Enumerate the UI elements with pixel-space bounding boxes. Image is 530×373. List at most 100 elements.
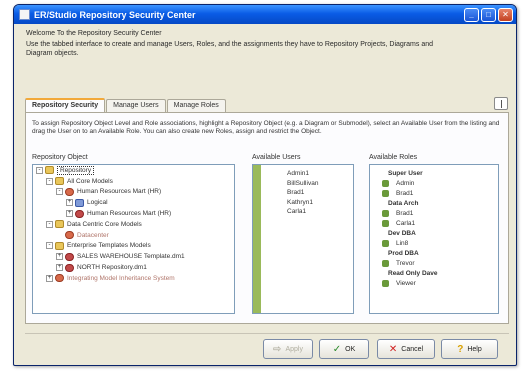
user-icon — [382, 259, 389, 267]
tree-node[interactable]: - Data Centric Core Models — [33, 219, 234, 230]
user-item[interactable]: Kathryn1 — [253, 198, 353, 208]
expand-icon[interactable]: + — [56, 253, 63, 261]
users-drag-strip — [253, 165, 261, 313]
help-button-label: Help — [467, 345, 482, 353]
tree-node[interactable]: + SALES WAREHOUSE Template.dm1 — [33, 251, 234, 262]
role-group[interactable]: Dev DBA — [370, 228, 498, 238]
cancel-button[interactable]: ✕ Cancel — [377, 339, 435, 359]
cancel-button-label: Cancel — [401, 345, 424, 353]
tree-node[interactable]: Datacenter — [33, 230, 234, 241]
footer-divider — [25, 333, 509, 334]
expand-icon[interactable]: + — [56, 264, 63, 272]
role-label: Carla1 — [396, 219, 416, 227]
tree-node-label: Integrating Model Inheritance System — [67, 274, 175, 282]
available-users-list[interactable]: Admin1 BillSullivan Brad1 Kathryn1 Carla1 — [252, 164, 354, 314]
repository-tree[interactable]: - Repository - All Core Models - Human Resour… — [32, 164, 235, 314]
expand-icon[interactable]: + — [66, 199, 73, 207]
role-group[interactable]: Read Only Dave — [370, 268, 498, 278]
tab-manage-roles[interactable]: Manage Roles — [166, 99, 226, 112]
security-center-window: ER/Studio Repository Security Center _ □… — [13, 4, 517, 366]
window-title: ER/Studio Repository Security Center — [34, 9, 196, 20]
role-group[interactable]: Super User — [370, 168, 498, 178]
user-item[interactable]: BillSullivan — [253, 179, 353, 189]
title-bar[interactable]: ER/Studio Repository Security Center _ □… — [14, 5, 516, 24]
help-button[interactable]: ? Help — [441, 339, 498, 359]
model-icon — [65, 231, 74, 240]
intro-body: Use the tabbed interface to create and m… — [26, 41, 433, 57]
minimize-button[interactable]: _ — [464, 7, 479, 22]
apply-button-label: Apply — [285, 345, 303, 353]
user-item[interactable]: Admin1 — [253, 169, 353, 179]
tree-node-label: Data Centric Core Models — [67, 220, 142, 228]
user-item[interactable]: Carla1 — [253, 207, 353, 217]
close-button[interactable]: ✕ — [498, 7, 513, 22]
panel-toggle-icon[interactable] — [494, 97, 508, 110]
user-icon — [382, 239, 389, 247]
tree-node-label: Human Resources Mart (HR) — [87, 210, 172, 218]
role-group[interactable]: Prod DBA — [370, 248, 498, 258]
role-label: Super User — [388, 169, 423, 177]
submodel-icon — [65, 263, 74, 272]
folder-icon — [55, 241, 64, 250]
role-label: Dev DBA — [388, 229, 416, 237]
role-member[interactable]: Viewer — [370, 278, 498, 288]
apply-button[interactable]: ⇨ Apply — [263, 339, 313, 359]
diagram-icon — [75, 198, 84, 207]
submodel-icon — [75, 209, 84, 218]
role-label: Lin8 — [396, 239, 409, 247]
collapse-icon[interactable]: - — [46, 177, 53, 185]
ok-button-label: OK — [345, 345, 356, 353]
question-icon: ? — [457, 343, 464, 355]
tree-node[interactable]: - Repository — [33, 165, 234, 176]
collapse-icon[interactable]: - — [46, 242, 53, 250]
apply-icon: ⇨ — [273, 343, 282, 355]
tree-node[interactable]: + NORTH Repository.dm1 — [33, 262, 234, 273]
role-group[interactable]: Data Arch — [370, 198, 498, 208]
role-member[interactable]: Trevor — [370, 258, 498, 268]
user-item[interactable]: Brad1 — [253, 188, 353, 198]
collapse-icon[interactable]: - — [56, 188, 63, 196]
tab-manage-users[interactable]: Manage Users — [106, 99, 166, 112]
cancel-x-icon: ✕ — [388, 343, 398, 355]
user-icon — [382, 219, 389, 227]
maximize-button[interactable]: □ — [481, 7, 496, 22]
tree-node-label: NORTH Repository.dm1 — [77, 264, 147, 272]
available-users-label: Available Users — [252, 154, 301, 161]
tree-node[interactable]: + Human Resources Mart (HR) — [33, 208, 234, 219]
role-member[interactable]: Admin — [370, 178, 498, 188]
role-label: Viewer — [396, 279, 416, 287]
panel-instructions: To assign Repository Object Level and Ro… — [32, 120, 500, 135]
available-roles-label: Available Roles — [369, 154, 418, 161]
repository-security-panel: To assign Repository Object Level and Ro… — [25, 112, 509, 324]
tab-repository-security[interactable]: Repository Security — [25, 98, 106, 112]
tree-node[interactable]: + Integrating Model Inheritance System — [33, 273, 234, 284]
user-icon — [382, 279, 389, 287]
role-label: Prod DBA — [388, 249, 419, 257]
collapse-icon[interactable]: - — [36, 166, 43, 174]
role-member[interactable]: Lin8 — [370, 238, 498, 248]
expand-icon[interactable]: + — [66, 210, 73, 218]
tree-node-label: Enterprise Templates Models — [67, 242, 151, 250]
role-member[interactable]: Carla1 — [370, 218, 498, 228]
checkmark-icon: ✓ — [332, 343, 342, 355]
expand-icon[interactable]: + — [46, 274, 53, 282]
tree-node[interactable]: - Enterprise Templates Models — [33, 241, 234, 252]
folder-icon — [55, 220, 64, 229]
tree-node-label: Logical — [87, 199, 108, 207]
tree-node-label: SALES WAREHOUSE Template.dm1 — [77, 253, 185, 261]
submodel-icon — [65, 252, 74, 261]
role-label: Read Only Dave — [388, 269, 438, 277]
tree-node[interactable]: + Logical — [33, 197, 234, 208]
tree-node-label: Datacenter — [77, 231, 109, 239]
collapse-icon[interactable]: - — [46, 220, 53, 228]
app-icon — [19, 9, 30, 20]
role-label: Brad1 — [396, 189, 414, 197]
tree-node[interactable]: - Human Resources Mart (HR) — [33, 187, 234, 198]
role-member[interactable]: Brad1 — [370, 188, 498, 198]
role-member[interactable]: Brad1 — [370, 208, 498, 218]
tree-node[interactable]: - All Core Models — [33, 176, 234, 187]
role-label: Brad1 — [396, 209, 414, 217]
ok-button[interactable]: ✓ OK — [319, 339, 369, 359]
role-label: Data Arch — [388, 199, 419, 207]
available-roles-list[interactable]: Super User Admin Brad1 Data Arch Brad1 Carla1… — [369, 164, 499, 314]
